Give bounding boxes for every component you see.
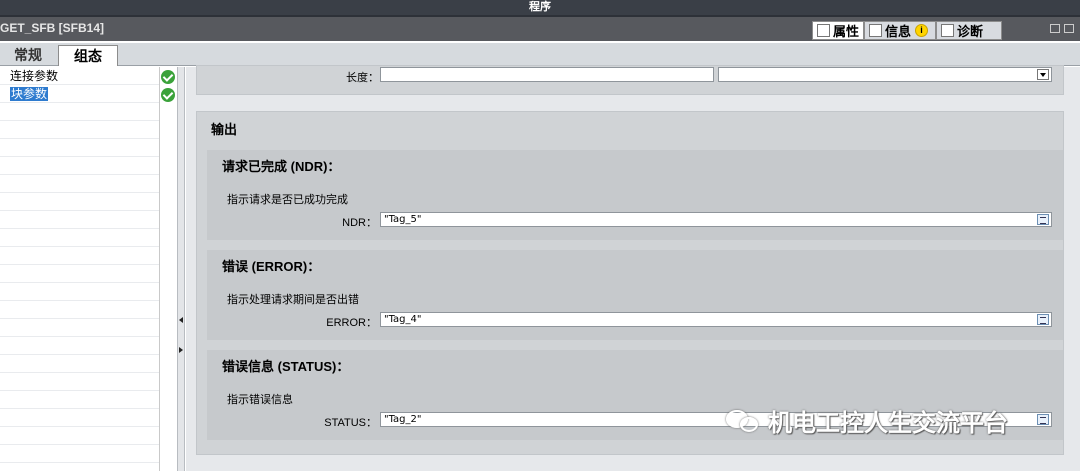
- error-description: 指示处理请求期间是否出错: [227, 294, 359, 306]
- panel-splitter[interactable]: [177, 67, 185, 471]
- error-title: 错误 (ERROR)：: [222, 259, 321, 274]
- length-label: 长度：: [346, 72, 379, 84]
- nav-item-block-params[interactable]: 块参数: [0, 86, 160, 103]
- maximize-icon[interactable]: [1064, 24, 1074, 33]
- length-input[interactable]: [380, 67, 714, 82]
- status-gutter: [160, 67, 177, 471]
- tab-diagnostics-label: 诊断: [957, 24, 984, 39]
- restore-icon[interactable]: [1050, 24, 1060, 33]
- window-buttons: [1050, 24, 1074, 33]
- nav-item-label: 连接参数: [10, 69, 59, 83]
- status-title: 错误信息 (STATUS)：: [222, 359, 350, 374]
- output-section-title: 输出: [211, 122, 238, 137]
- list-icon[interactable]: [1037, 314, 1049, 325]
- error-input[interactable]: "Tag_4": [380, 312, 1052, 327]
- left-nav-panel: 连接参数 块参数: [0, 67, 160, 471]
- status-param-label: STATUS：: [324, 417, 377, 429]
- expand-right-icon[interactable]: [179, 347, 183, 353]
- ndr-description: 指示请求是否已成功完成: [227, 194, 348, 206]
- error-param-label: ERROR：: [326, 317, 377, 329]
- ndr-param-label: NDR：: [342, 217, 377, 229]
- check-icon: [161, 70, 175, 84]
- top-title: 程序: [529, 1, 551, 13]
- wechat-icon: [726, 408, 762, 434]
- top-title-bar: 程序: [0, 0, 1080, 15]
- sub-tabs: 常规 组态: [0, 43, 1080, 66]
- tab-info-label: 信息: [885, 24, 912, 39]
- length-dropdown[interactable]: [718, 67, 1052, 82]
- chevron-down-icon[interactable]: [1037, 69, 1049, 80]
- ndr-title: 请求已完成 (NDR)：: [222, 159, 341, 174]
- nav-item-label: 块参数: [10, 87, 49, 101]
- nav-item-connection-params[interactable]: 连接参数: [0, 68, 160, 85]
- tab-general[interactable]: 常规: [0, 45, 56, 66]
- diagnostics-icon: [941, 24, 955, 37]
- properties-icon: [817, 24, 830, 37]
- ndr-input[interactable]: "Tag_5": [380, 212, 1052, 227]
- collapse-left-icon[interactable]: [179, 317, 183, 323]
- status-description: 指示错误信息: [227, 394, 293, 406]
- list-icon[interactable]: [1037, 214, 1049, 225]
- tab-properties-label: 属性: [833, 24, 860, 39]
- inspector-title-bar: GET_SFB [SFB14] 属性 信息 i 诊断: [0, 15, 1080, 41]
- list-icon[interactable]: [1037, 414, 1049, 425]
- check-icon: [161, 88, 175, 102]
- tab-info[interactable]: 信息 i: [864, 21, 937, 40]
- watermark: 机电工控人生交流平台: [726, 403, 1008, 438]
- property-tabs: 属性 信息 i 诊断: [812, 21, 1003, 40]
- error-group: 错误 (ERROR)： 指示处理请求期间是否出错 ERROR： "Tag_4": [207, 250, 1063, 340]
- info-icon: [869, 24, 883, 37]
- watermark-text: 机电工控人生交流平台: [768, 409, 1008, 437]
- tab-configuration[interactable]: 组态: [58, 45, 118, 66]
- ndr-group: 请求已完成 (NDR)： 指示请求是否已成功完成 NDR： "Tag_5": [207, 150, 1063, 240]
- tab-diagnostics[interactable]: 诊断: [936, 21, 1003, 40]
- info-badge-icon: i: [915, 24, 929, 37]
- tab-properties[interactable]: 属性: [812, 21, 865, 40]
- length-group: 长度：: [196, 65, 1064, 95]
- object-title: GET_SFB [SFB14]: [0, 21, 105, 35]
